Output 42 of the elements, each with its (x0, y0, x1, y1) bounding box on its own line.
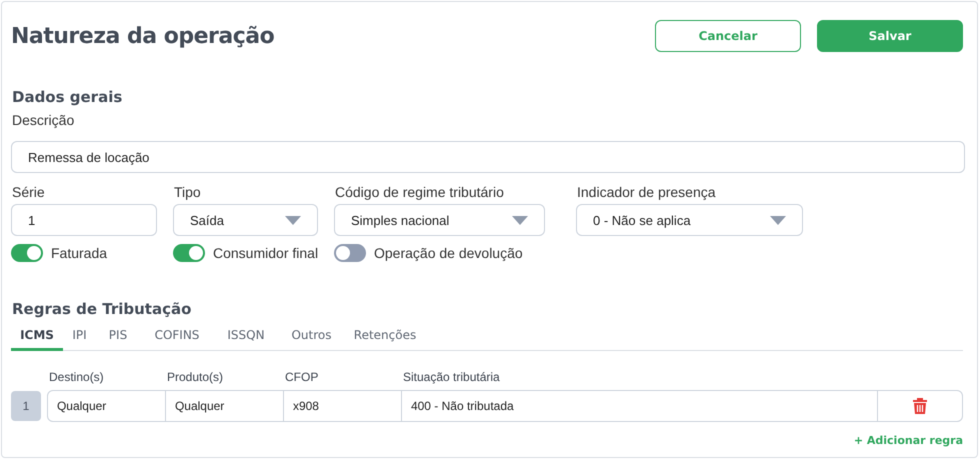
page-title: Natureza da operação (11, 24, 274, 48)
toggle-switch[interactable] (334, 244, 366, 262)
column-header: CFOP (284, 370, 320, 384)
field-label: Indicador de presença (577, 184, 717, 200)
table-cell: Qualquer (48, 391, 166, 421)
tab[interactable]: IPI (63, 324, 96, 351)
dropdown-arrow-icon (512, 216, 528, 224)
tab[interactable]: PIS (96, 324, 140, 351)
trash-icon (912, 398, 927, 414)
field-label: Série (12, 184, 46, 200)
toggle-switch[interactable] (173, 244, 205, 262)
table-cell: x908 (284, 391, 402, 421)
section-heading: Dados gerais (12, 88, 124, 106)
dropdown-arrow-icon (285, 216, 301, 224)
toggle-label: Faturada (51, 245, 108, 261)
description-field[interactable]: Remessa de locação (11, 141, 965, 173)
tab[interactable]: Retenções (345, 324, 425, 351)
table-cell: Qualquer (166, 391, 284, 421)
column-header: Situação tributária (402, 370, 501, 384)
toggle-switch[interactable] (11, 244, 43, 262)
select-field[interactable]: Simples nacional (334, 204, 545, 236)
row-number: 1 (11, 391, 41, 421)
tab[interactable]: Outros (278, 324, 345, 351)
field-label: Código de regime tributário (335, 184, 505, 200)
cancel-button[interactable]: Cancelar (655, 20, 801, 52)
add-rule-link[interactable]: + Adicionar regra (854, 434, 963, 447)
field-label: Descrição (12, 112, 76, 128)
select-field[interactable]: 0 - Não se aplica (576, 204, 803, 236)
tab[interactable]: ISSQN (214, 324, 278, 351)
field-label: Tipo (174, 184, 202, 200)
column-header: Produto(s) (166, 370, 224, 384)
select-field[interactable]: Saída (173, 204, 318, 236)
tab[interactable]: COFINS (140, 324, 214, 351)
tab[interactable]: ICMS (11, 324, 63, 351)
section-heading: Regras de Tributação (12, 300, 192, 318)
dropdown-arrow-icon (770, 216, 786, 224)
save-button[interactable]: Salvar (817, 20, 963, 52)
toggle-label: Consumidor final (213, 245, 318, 261)
table-cell: 400 - Não tributada (402, 391, 878, 421)
input-field[interactable]: 1 (11, 204, 157, 236)
column-header: Destino(s) (48, 370, 105, 384)
toggle-label: Operação de devolução (374, 245, 523, 261)
